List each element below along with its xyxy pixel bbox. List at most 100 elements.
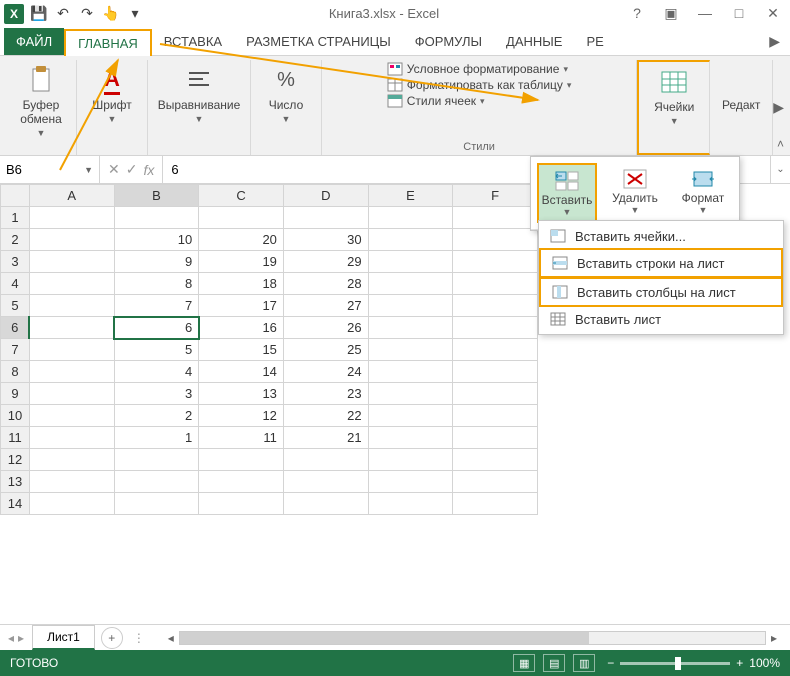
touch-mode-icon[interactable]: 👆: [102, 5, 120, 23]
cell[interactable]: 21: [283, 427, 368, 449]
scroll-thumb[interactable]: [180, 632, 590, 644]
cell[interactable]: [114, 471, 199, 493]
insert-cells-button[interactable]: Вставить ▼: [537, 163, 597, 223]
undo-icon[interactable]: ↶: [54, 5, 72, 23]
expand-formula-bar-icon[interactable]: ⌄: [770, 156, 790, 183]
zoom-knob[interactable]: [675, 657, 681, 670]
menu-insert-columns[interactable]: Вставить столбцы на лист: [539, 277, 783, 307]
row-header[interactable]: 8: [1, 361, 30, 383]
menu-insert-rows[interactable]: Вставить строки на лист: [539, 248, 783, 278]
cell[interactable]: [453, 273, 538, 295]
tab-formulas[interactable]: ФОРМУЛЫ: [403, 28, 494, 55]
cell[interactable]: [453, 427, 538, 449]
cell[interactable]: [453, 449, 538, 471]
tab-insert[interactable]: ВСТАВКА: [152, 28, 234, 55]
cell[interactable]: 27: [283, 295, 368, 317]
page-layout-view-icon[interactable]: ▤: [543, 654, 565, 672]
cell[interactable]: [29, 361, 114, 383]
maximize-icon[interactable]: □: [726, 5, 752, 22]
scroll-left-icon[interactable]: ◂: [163, 631, 179, 645]
cell[interactable]: [29, 339, 114, 361]
cell[interactable]: [368, 317, 453, 339]
help-icon[interactable]: ?: [624, 5, 650, 22]
cell[interactable]: [453, 207, 538, 229]
cell[interactable]: [368, 339, 453, 361]
cell[interactable]: [29, 207, 114, 229]
cell[interactable]: [29, 449, 114, 471]
zoom-out-icon[interactable]: −: [607, 656, 614, 670]
row-header[interactable]: 3: [1, 251, 30, 273]
cell[interactable]: [368, 361, 453, 383]
row-header[interactable]: 13: [1, 471, 30, 493]
cell[interactable]: [29, 295, 114, 317]
cell[interactable]: [114, 207, 199, 229]
cell[interactable]: [368, 251, 453, 273]
cell[interactable]: 26: [283, 317, 368, 339]
sheet-tab[interactable]: Лист1: [32, 625, 95, 650]
cell[interactable]: 28: [283, 273, 368, 295]
tabs-scroll-right-icon[interactable]: ▶: [759, 28, 790, 55]
sheet-nav-prev-icon[interactable]: ▸: [18, 631, 24, 645]
menu-insert-sheet[interactable]: Вставить лист: [539, 306, 783, 332]
horizontal-scrollbar[interactable]: ◂ ▸: [155, 631, 790, 645]
cell[interactable]: [283, 449, 368, 471]
cell[interactable]: [453, 251, 538, 273]
row-header[interactable]: 12: [1, 449, 30, 471]
conditional-formatting-button[interactable]: Условное форматирование▾: [387, 62, 572, 76]
cell[interactable]: [368, 493, 453, 515]
cell[interactable]: [114, 493, 199, 515]
cell[interactable]: 9: [114, 251, 199, 273]
sheet-nav-first-icon[interactable]: ◂: [8, 631, 14, 645]
cell[interactable]: [368, 405, 453, 427]
cell[interactable]: 12: [199, 405, 284, 427]
cell[interactable]: [453, 317, 538, 339]
cell[interactable]: 4: [114, 361, 199, 383]
cancel-formula-icon[interactable]: ✕: [108, 161, 120, 178]
cell[interactable]: [368, 229, 453, 251]
cell[interactable]: [453, 361, 538, 383]
cell-styles-button[interactable]: Стили ячеек▾: [387, 94, 572, 108]
row-header[interactable]: 11: [1, 427, 30, 449]
minimize-icon[interactable]: —: [692, 5, 718, 22]
cell[interactable]: [29, 229, 114, 251]
spreadsheet-grid[interactable]: ABCDEF 121020303919294818285717276616267…: [0, 184, 538, 515]
row-header[interactable]: 4: [1, 273, 30, 295]
row-header[interactable]: 9: [1, 383, 30, 405]
column-header[interactable]: A: [29, 185, 114, 207]
cell[interactable]: 5: [114, 339, 199, 361]
cell[interactable]: [199, 207, 284, 229]
row-header[interactable]: 2: [1, 229, 30, 251]
cell[interactable]: [199, 449, 284, 471]
cell[interactable]: [368, 427, 453, 449]
row-header[interactable]: 5: [1, 295, 30, 317]
cell[interactable]: 11: [199, 427, 284, 449]
cell[interactable]: 23: [283, 383, 368, 405]
fx-icon[interactable]: fx: [143, 162, 154, 178]
cell[interactable]: 17: [199, 295, 284, 317]
delete-cells-button[interactable]: Удалить ▼: [605, 163, 665, 223]
cell[interactable]: [29, 383, 114, 405]
cell[interactable]: [114, 449, 199, 471]
tab-data[interactable]: ДАННЫЕ: [494, 28, 574, 55]
row-header[interactable]: 7: [1, 339, 30, 361]
cell[interactable]: 30: [283, 229, 368, 251]
cell[interactable]: [29, 471, 114, 493]
cell[interactable]: 14: [199, 361, 284, 383]
cell[interactable]: [283, 471, 368, 493]
cell[interactable]: [368, 273, 453, 295]
paste-button[interactable]: Буфер обмена ▼: [12, 60, 70, 142]
column-header[interactable]: B: [114, 185, 199, 207]
cell[interactable]: 10: [114, 229, 199, 251]
format-as-table-button[interactable]: Форматировать как таблицу▾: [387, 78, 572, 92]
normal-view-icon[interactable]: ▦: [513, 654, 535, 672]
scroll-track[interactable]: [179, 631, 766, 645]
cell[interactable]: [453, 493, 538, 515]
row-header[interactable]: 1: [1, 207, 30, 229]
cell[interactable]: 19: [199, 251, 284, 273]
cell[interactable]: 29: [283, 251, 368, 273]
zoom-value[interactable]: 100%: [749, 656, 780, 670]
row-header[interactable]: 14: [1, 493, 30, 515]
cell[interactable]: [29, 251, 114, 273]
menu-insert-cells[interactable]: Вставить ячейки...: [539, 223, 783, 249]
add-sheet-button[interactable]: +: [101, 627, 123, 649]
